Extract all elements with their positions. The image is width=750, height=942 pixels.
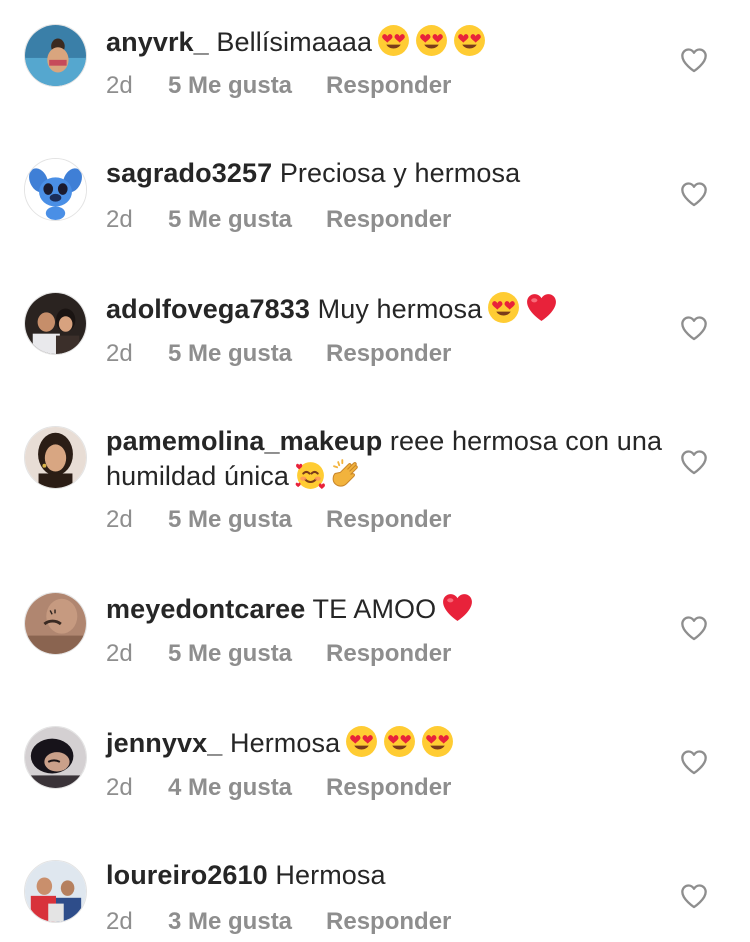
comment-text: Preciosa y hermosa bbox=[279, 158, 521, 188]
reply-button[interactable]: Responder bbox=[326, 640, 451, 668]
comment-username[interactable]: anyvrk_ bbox=[106, 27, 209, 57]
comment-likes[interactable]: 5 Me gusta bbox=[168, 506, 292, 534]
heart-eyes-emoji-icon bbox=[345, 725, 378, 758]
avatar[interactable] bbox=[24, 592, 87, 655]
avatar-photo-icon bbox=[25, 861, 86, 922]
comment-text: Hermosa bbox=[275, 860, 386, 890]
comment-likes[interactable]: 5 Me gusta bbox=[168, 640, 292, 668]
reply-button[interactable]: Responder bbox=[326, 908, 451, 936]
comment-likes[interactable]: 4 Me gusta bbox=[168, 774, 292, 802]
comment-time: 2d bbox=[106, 774, 133, 801]
avatar[interactable] bbox=[24, 426, 87, 489]
heart-eyes-emoji-icon bbox=[415, 24, 448, 57]
comment-time: 2d bbox=[106, 206, 133, 233]
comment-username[interactable]: sagrado3257 bbox=[106, 158, 272, 188]
comment-text: TE AMOO bbox=[312, 594, 437, 624]
comment-time: 2d bbox=[106, 640, 133, 667]
red-heart-emoji-icon bbox=[441, 591, 474, 624]
avatar[interactable] bbox=[24, 158, 87, 221]
comment-username[interactable]: jennyvx_ bbox=[106, 728, 222, 758]
comment-text: Muy hermosa bbox=[317, 294, 483, 324]
comment-time: 2d bbox=[106, 506, 133, 533]
avatar-photo-icon bbox=[25, 727, 86, 788]
avatar-cartoon-icon bbox=[25, 159, 86, 220]
heart-eyes-emoji-icon bbox=[487, 291, 520, 324]
avatar-photo-icon bbox=[25, 25, 86, 86]
comment-likes[interactable]: 5 Me gusta bbox=[168, 340, 292, 368]
comment-username[interactable]: meyedontcaree bbox=[106, 594, 305, 624]
heart-eyes-emoji-icon bbox=[453, 24, 486, 57]
comment-text: Bellísimaaaa bbox=[216, 27, 373, 57]
like-heart-icon[interactable] bbox=[680, 315, 708, 341]
like-heart-icon[interactable] bbox=[680, 749, 708, 775]
avatar-photo-icon bbox=[25, 293, 86, 354]
reply-button[interactable]: Responder bbox=[326, 774, 451, 802]
avatar[interactable] bbox=[24, 24, 87, 87]
avatar[interactable] bbox=[24, 860, 87, 923]
comment-time: 2d bbox=[106, 72, 133, 99]
avatar-photo-icon bbox=[25, 593, 86, 654]
reply-button[interactable]: Responder bbox=[326, 340, 451, 368]
comment-text: Hermosa bbox=[229, 728, 341, 758]
clapping-hands-emoji-icon bbox=[332, 458, 365, 491]
comment-time: 2d bbox=[106, 340, 133, 367]
comment-username[interactable]: pamemolina_makeup bbox=[106, 426, 382, 456]
comment-likes[interactable]: 5 Me gusta bbox=[168, 72, 292, 100]
comment-time: 2d bbox=[106, 908, 133, 935]
reply-button[interactable]: Responder bbox=[326, 206, 451, 234]
red-heart-emoji-icon bbox=[525, 291, 558, 324]
reply-button[interactable]: Responder bbox=[326, 506, 451, 534]
avatar-photo-icon bbox=[25, 427, 86, 488]
like-heart-icon[interactable] bbox=[680, 181, 708, 207]
like-heart-icon[interactable] bbox=[680, 883, 708, 909]
heart-eyes-emoji-icon bbox=[377, 24, 410, 57]
heart-eyes-emoji-icon bbox=[421, 725, 454, 758]
smiling-hearts-emoji-icon bbox=[294, 458, 327, 491]
like-heart-icon[interactable] bbox=[680, 449, 708, 475]
comment-username[interactable]: adolfovega7833 bbox=[106, 294, 310, 324]
reply-button[interactable]: Responder bbox=[326, 72, 451, 100]
like-heart-icon[interactable] bbox=[680, 47, 708, 73]
avatar[interactable] bbox=[24, 292, 87, 355]
avatar[interactable] bbox=[24, 726, 87, 789]
comment-likes[interactable]: 3 Me gusta bbox=[168, 908, 292, 936]
comment-username[interactable]: loureiro2610 bbox=[106, 860, 268, 890]
like-heart-icon[interactable] bbox=[680, 615, 708, 641]
heart-eyes-emoji-icon bbox=[383, 725, 416, 758]
comment-likes[interactable]: 5 Me gusta bbox=[168, 206, 292, 234]
